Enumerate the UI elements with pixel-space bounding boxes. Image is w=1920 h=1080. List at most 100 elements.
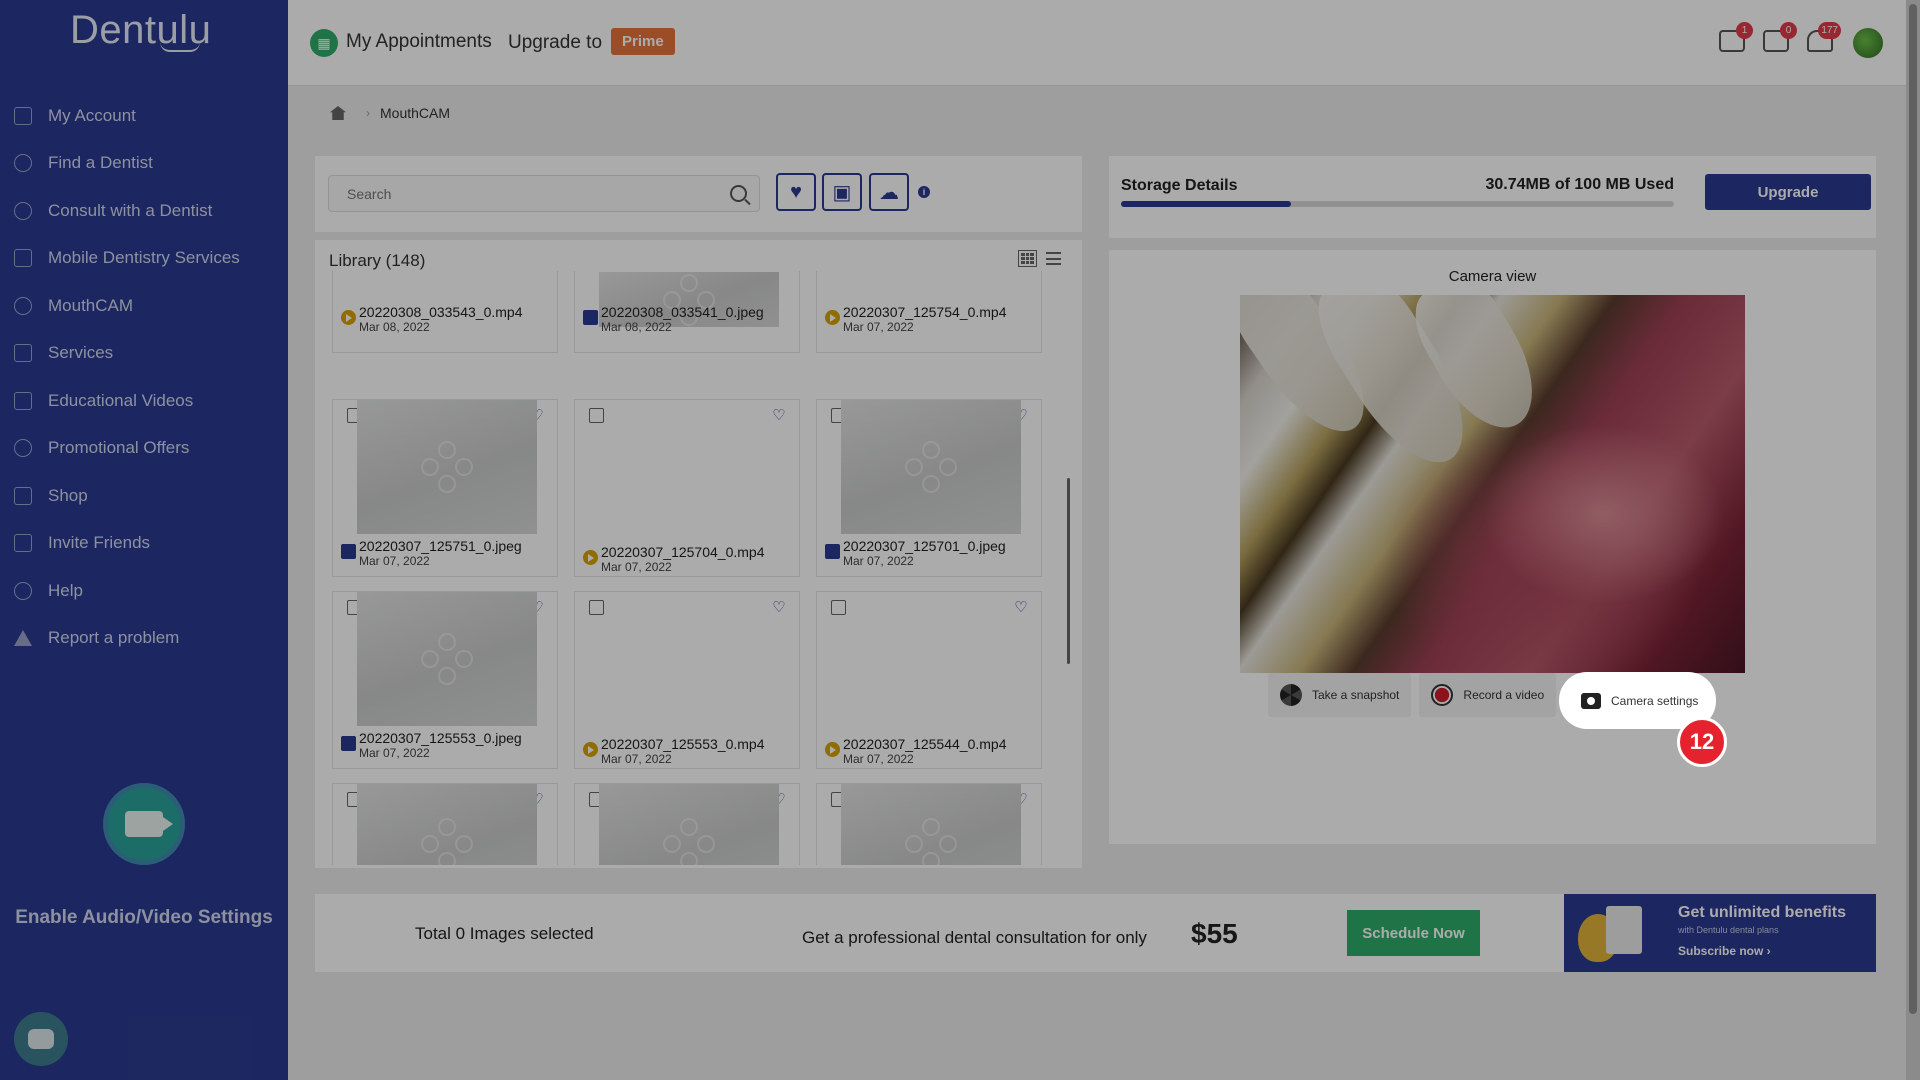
select-checkbox[interactable] xyxy=(831,600,846,615)
invite-icon xyxy=(14,534,32,553)
av-settings-label[interactable]: Enable Audio/Video Settings xyxy=(0,907,288,929)
new-folder-button[interactable]: ▣ xyxy=(822,173,862,211)
storage-label: Storage Details xyxy=(1121,177,1238,194)
placeholder-clover-icon xyxy=(421,633,473,685)
sidebar-item-find-a-dentist[interactable]: Find a Dentist xyxy=(0,140,288,188)
sidebar-item-mobile-dentistry[interactable]: Mobile Dentistry Services xyxy=(0,235,288,283)
tour-step-badge: 12 xyxy=(1677,717,1727,767)
sidebar-item-promotional-offers[interactable]: Promotional Offers xyxy=(0,425,288,473)
file-date: Mar 07, 2022 xyxy=(359,746,430,760)
favorite-heart-icon[interactable]: ♡ xyxy=(1013,600,1029,615)
sidebar-item-report-a-problem[interactable]: Report a problem xyxy=(0,615,288,663)
image-file-icon xyxy=(583,310,598,325)
library-tile[interactable]: ♡ 20220307_125704_0.mp4 Mar 07, 2022 xyxy=(574,399,800,577)
home-icon[interactable] xyxy=(330,106,346,120)
file-date: Mar 08, 2022 xyxy=(359,320,430,334)
media-thumbnail[interactable] xyxy=(357,400,537,534)
record-icon xyxy=(1431,684,1454,706)
grid-icon xyxy=(14,106,32,125)
record-video-button[interactable]: Record a video xyxy=(1419,673,1557,717)
media-thumbnail[interactable] xyxy=(357,592,537,726)
prime-button[interactable]: Prime xyxy=(611,28,675,55)
library-tile[interactable]: ♡ xyxy=(332,783,558,865)
benefits-subtitle: with Dentulu dental plans xyxy=(1678,925,1779,935)
sidebar-item-consult[interactable]: Consult with a Dentist xyxy=(0,187,288,235)
sidebar-item-label: Help xyxy=(48,580,83,600)
favorite-heart-icon[interactable]: ♡ xyxy=(771,600,787,615)
library-panel: Library (148) 20220308_033543_0.mp4 Mar 0… xyxy=(315,240,1082,868)
cart-icon[interactable]: 1 xyxy=(1719,22,1753,52)
search-box xyxy=(328,175,760,212)
bell-icon[interactable]: 177 xyxy=(1807,22,1841,52)
chat-button[interactable] xyxy=(14,1012,68,1066)
library-tile[interactable]: ♡20220307_125751_0.jpegMar 07, 2022 xyxy=(332,399,558,577)
file-name: 20220307_125553_0.mp4 xyxy=(601,736,765,752)
select-checkbox[interactable] xyxy=(589,408,604,423)
search-input[interactable] xyxy=(329,176,709,211)
library-tile[interactable]: 20220307_125754_0.mp4 Mar 07, 2022 xyxy=(816,271,1042,353)
page-scrollbar-thumb[interactable] xyxy=(1909,4,1917,1014)
library-tile[interactable]: 20220308_033543_0.mp4 Mar 08, 2022 xyxy=(332,271,558,353)
library-tile[interactable]: ♡20220307_125701_0.jpegMar 07, 2022 xyxy=(816,399,1042,577)
sidebar-item-services[interactable]: Services xyxy=(0,330,288,378)
calendar-icon[interactable]: ▦ xyxy=(310,29,338,57)
sidebar-item-label: Find a Dentist xyxy=(48,153,153,173)
select-checkbox[interactable] xyxy=(589,600,604,615)
schedule-now-button[interactable]: Schedule Now xyxy=(1347,910,1480,956)
info-icon[interactable]: i xyxy=(918,186,930,198)
favorites-button[interactable]: ♥ xyxy=(776,173,816,211)
shutter-icon xyxy=(1280,684,1302,706)
library-tile[interactable]: ♡20220307_125553_0.jpegMar 07, 2022 xyxy=(332,591,558,769)
media-thumbnail[interactable] xyxy=(357,784,537,865)
media-thumbnail[interactable] xyxy=(841,784,1021,865)
sidebar-item-invite-friends[interactable]: Invite Friends xyxy=(0,520,288,568)
file-name: 20220308_033543_0.mp4 xyxy=(359,304,523,320)
my-appointments-link[interactable]: My Appointments xyxy=(346,31,492,53)
sidebar-item-help[interactable]: Help xyxy=(0,567,288,615)
file-date: Mar 07, 2022 xyxy=(843,320,914,334)
sidebar-item-label: Report a problem xyxy=(48,628,180,648)
library-tile[interactable]: ♡ 20220307_125553_0.mp4 Mar 07, 2022 xyxy=(574,591,800,769)
file-name: 20220307_125553_0.jpeg xyxy=(359,730,522,746)
media-thumbnail[interactable] xyxy=(841,400,1021,534)
library-tile[interactable]: ♡ 20220307_125544_0.mp4 Mar 07, 2022 xyxy=(816,591,1042,769)
sidebar-item-label: Educational Videos xyxy=(48,390,194,410)
sidebar-item-mouthcam[interactable]: MouthCAM xyxy=(0,282,288,330)
upgrade-button[interactable]: Upgrade xyxy=(1705,174,1871,210)
library-title: Library (148) xyxy=(329,251,426,270)
promo-text: Get a professional dental consultation f… xyxy=(802,928,1147,947)
grid-view-icon[interactable] xyxy=(1018,250,1037,267)
consult-icon xyxy=(14,201,32,220)
sidebar-nav: My Account Find a Dentist Consult with a… xyxy=(0,92,288,662)
file-name: 20220307_125751_0.jpeg xyxy=(359,538,522,554)
breadcrumb-current: MouthCAM xyxy=(380,105,451,121)
video-file-icon xyxy=(341,310,356,325)
camera-title: Camera view xyxy=(1448,268,1537,285)
sidebar-item-my-account[interactable]: My Account xyxy=(0,92,288,140)
video-file-icon xyxy=(825,310,840,325)
library-scrollbar[interactable] xyxy=(1067,478,1070,664)
upload-button[interactable]: ☁ xyxy=(869,173,909,211)
file-date: Mar 07, 2022 xyxy=(601,560,672,574)
library-tile[interactable]: 20220308_033541_0.jpeg Mar 08, 2022 xyxy=(574,271,800,353)
av-settings-button[interactable] xyxy=(103,783,185,865)
snapshot-button[interactable]: Take a snapshot xyxy=(1268,673,1412,717)
list-view-icon[interactable] xyxy=(1046,252,1061,265)
sidebar-item-educational-videos[interactable]: Educational Videos xyxy=(0,377,288,425)
benefits-banner[interactable]: Get unlimited benefits with Dentulu dent… xyxy=(1564,894,1876,972)
avatar[interactable] xyxy=(1853,28,1883,58)
sidebar-item-shop[interactable]: Shop xyxy=(0,472,288,520)
sidebar-item-label: Services xyxy=(48,343,114,363)
library-toolbar: ♥ ▣ ☁ i xyxy=(315,156,1082,232)
subscribe-now-link[interactable]: Subscribe now › xyxy=(1678,944,1771,958)
messages-icon[interactable]: 0 xyxy=(1763,22,1797,52)
library-tile[interactable]: ♡ xyxy=(816,783,1042,865)
file-date: Mar 07, 2022 xyxy=(843,554,914,568)
search-icon[interactable] xyxy=(730,185,747,202)
library-tile[interactable]: ♡ xyxy=(574,783,800,865)
storage-panel: Storage Details 30.74MB of 100 MB Used U… xyxy=(1109,156,1876,238)
favorite-heart-icon[interactable]: ♡ xyxy=(771,408,787,423)
building-icon xyxy=(14,249,32,268)
page-scrollbar[interactable] xyxy=(1906,0,1920,1080)
media-thumbnail[interactable] xyxy=(599,784,779,865)
